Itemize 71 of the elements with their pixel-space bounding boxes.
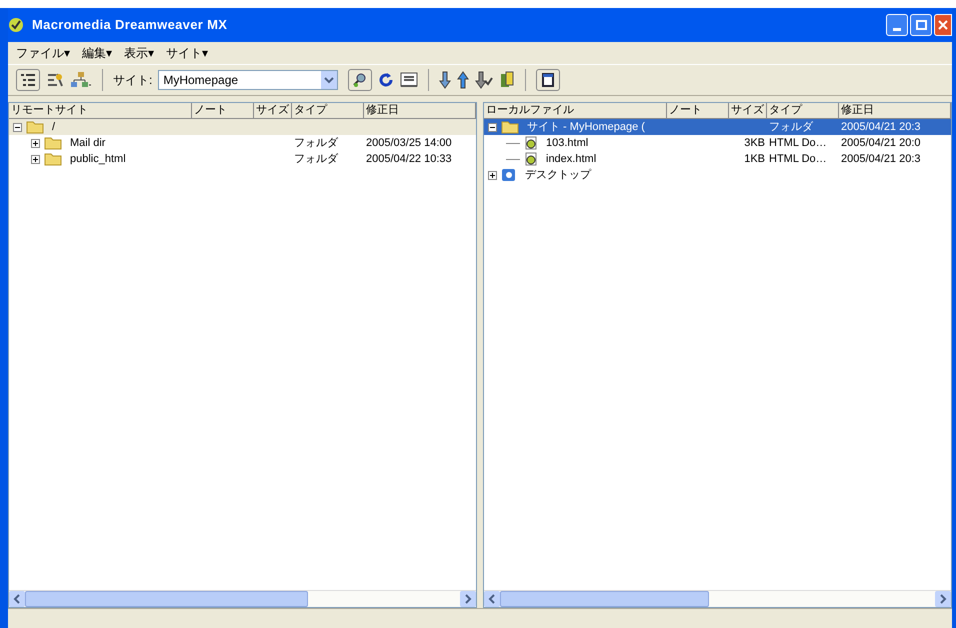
- tree-row[interactable]: デスクトップ: [484, 167, 951, 183]
- modified-date: 2005/04/21 20:3: [841, 120, 921, 133]
- modified-date: 2005/03/25 14:00: [366, 136, 452, 149]
- html-file-icon: [524, 152, 538, 166]
- expand-collapse-button[interactable]: [536, 69, 560, 91]
- app-logo-icon: [8, 17, 24, 33]
- check-in-icon[interactable]: [475, 71, 494, 89]
- file-type: フォルダ: [294, 152, 338, 165]
- menu-item[interactable]: 表示▾: [124, 44, 154, 62]
- check-out-icon[interactable]: [499, 71, 516, 89]
- minimize-button[interactable]: [886, 14, 908, 36]
- folder-icon: [44, 152, 62, 166]
- file-size: 3KB: [744, 136, 765, 149]
- file-name: public_html: [70, 152, 126, 167]
- horizontal-scrollbar[interactable]: [9, 590, 476, 607]
- refresh-icon[interactable]: [378, 72, 394, 88]
- minimize-icon: [893, 28, 901, 31]
- expand-toggle[interactable]: [31, 154, 40, 164]
- file-type: HTML Do…: [769, 152, 827, 165]
- file-name: /: [52, 120, 56, 135]
- html-file-icon: [524, 136, 538, 150]
- maximize-button[interactable]: [910, 14, 932, 36]
- menu-item[interactable]: 編集▾: [82, 44, 112, 62]
- close-icon: [938, 20, 948, 30]
- file-name: Mail dir: [70, 136, 106, 151]
- file-name: 103.html: [546, 136, 588, 151]
- close-button[interactable]: [934, 14, 952, 36]
- down-arrow-icon[interactable]: [439, 71, 452, 89]
- scrollbar-thumb[interactable]: [25, 591, 308, 607]
- site-value: MyHomepage: [162, 72, 240, 89]
- file-name: index.html: [546, 152, 596, 167]
- up-arrow-icon[interactable]: [457, 71, 470, 89]
- site-dropdown[interactable]: MyHomepage: [158, 70, 338, 90]
- log-icon[interactable]: [400, 72, 418, 88]
- tree-row[interactable]: /: [9, 119, 476, 135]
- connect-icon[interactable]: [46, 71, 64, 89]
- scroll-left-icon[interactable]: [9, 591, 25, 607]
- menu-item[interactable]: ファイル▾: [16, 44, 70, 62]
- menu-item[interactable]: サイト▾: [166, 44, 208, 62]
- expand-toggle[interactable]: [488, 170, 497, 180]
- scrollbar-thumb[interactable]: [500, 591, 709, 607]
- tree-row[interactable]: Mail dir フォルダ 2005/03/25 14:00: [9, 135, 476, 151]
- expand-toggle-button[interactable]: [16, 69, 40, 91]
- window-title: Macromedia Dreamweaver MX: [32, 16, 228, 34]
- file-type: フォルダ: [294, 136, 338, 149]
- scroll-right-icon[interactable]: [460, 591, 476, 607]
- modified-date: 2005/04/22 10:33: [366, 152, 452, 165]
- site-map-icon[interactable]: [70, 71, 92, 89]
- desktop-icon: [501, 167, 517, 183]
- magnifier-icon: [352, 72, 368, 88]
- tree-row[interactable]: 103.html 3KB HTML Do… 2005/04/21 20:0: [484, 135, 951, 151]
- scroll-left-icon[interactable]: [484, 591, 500, 607]
- file-name: デスクトップ: [525, 168, 591, 183]
- tree-row[interactable]: index.html 1KB HTML Do… 2005/04/21 20:3: [484, 151, 951, 167]
- expand-toggle[interactable]: [31, 138, 40, 148]
- collapse-toggle[interactable]: [488, 122, 497, 132]
- collapse-toggle[interactable]: [13, 122, 22, 132]
- modified-date: 2005/04/21 20:3: [841, 152, 921, 165]
- file-type: フォルダ: [769, 120, 813, 133]
- file-type: HTML Do…: [769, 136, 827, 149]
- horizontal-scrollbar[interactable]: [484, 590, 951, 607]
- site-label: サイト:: [113, 72, 152, 89]
- tree-row[interactable]: public_html フォルダ 2005/04/22 10:33: [9, 151, 476, 167]
- scroll-right-icon[interactable]: [935, 591, 951, 607]
- panel-icon: [542, 73, 554, 87]
- tree-row[interactable]: サイト - MyHomepage ( フォルダ 2005/04/21 20:3: [484, 119, 951, 135]
- file-name: サイト - MyHomepage (: [527, 120, 645, 135]
- list-icon: [21, 74, 35, 86]
- modified-date: 2005/04/21 20:0: [841, 136, 921, 149]
- file-size: 1KB: [744, 152, 765, 165]
- maximize-icon: [916, 20, 926, 30]
